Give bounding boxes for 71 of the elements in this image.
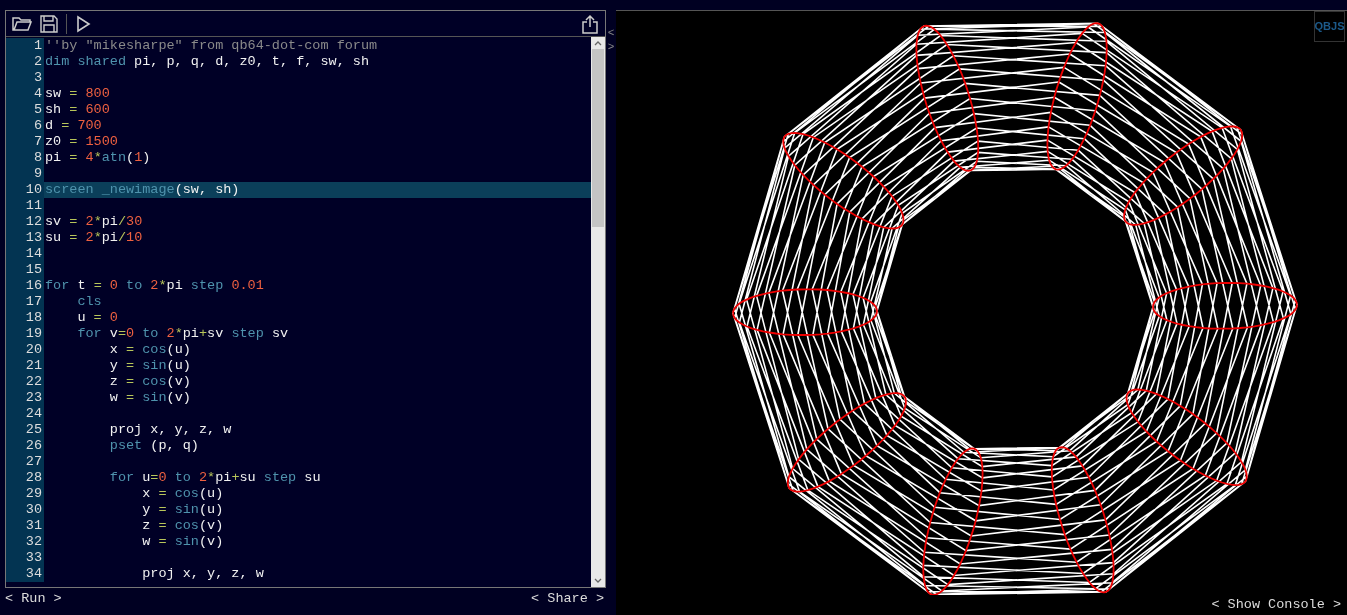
line-number: 15 — [6, 262, 44, 278]
line-number: 33 — [6, 550, 44, 566]
code-line: sh = 600 — [44, 102, 111, 118]
line-number: 7 — [6, 134, 44, 150]
code-line: pi = 4*atn(1) — [44, 150, 152, 166]
line-number: 34 — [6, 566, 44, 582]
code-line: for t = 0 to 2*pi step 0.01 — [44, 278, 265, 294]
code-line: z = cos(v) — [108, 374, 192, 390]
share-icon[interactable] — [581, 13, 599, 34]
line-number: 12 — [6, 214, 44, 230]
scrollbar-thumb[interactable] — [592, 49, 604, 227]
code-line: d = 700 — [44, 118, 103, 134]
line-number: 16 — [6, 278, 44, 294]
code-line: for u=0 to 2*pi+su step su — [108, 470, 322, 486]
line-number: 10 — [6, 182, 44, 198]
line-number: 11 — [6, 198, 44, 214]
line-number: 24 — [6, 406, 44, 422]
line-number: 22 — [6, 374, 44, 390]
line-number: 6 — [6, 118, 44, 134]
line-number: 31 — [6, 518, 44, 534]
code-line: for v=0 to 2*pi+sv step sv — [76, 326, 290, 342]
code-line: cls — [76, 294, 103, 310]
line-number: 27 — [6, 454, 44, 470]
code-line: y = sin(u) — [141, 502, 225, 518]
line-number: 20 — [6, 342, 44, 358]
line-number: 4 — [6, 86, 44, 102]
code-line: u = 0 — [76, 310, 119, 326]
collapse-button[interactable]: < — [607, 26, 615, 40]
code-line: sw = 800 — [44, 86, 111, 102]
line-number: 3 — [6, 70, 44, 86]
folder-icon[interactable] — [12, 15, 32, 32]
line-number: 17 — [6, 294, 44, 310]
code-line: dim shared pi, p, q, d, z0, t, f, sw, sh — [44, 54, 371, 70]
code-line: proj x, y, z, w — [108, 422, 233, 438]
line-number: 30 — [6, 502, 44, 518]
line-number: 13 — [6, 230, 44, 246]
line-number: 21 — [6, 358, 44, 374]
line-number: 8 — [6, 150, 44, 166]
line-number: 19 — [6, 326, 44, 342]
line-number: 1 — [6, 38, 44, 54]
line-number: 26 — [6, 438, 44, 454]
line-number: 5 — [6, 102, 44, 118]
line-number: 18 — [6, 310, 44, 326]
code-line: proj x, y, z, w — [141, 566, 265, 582]
logo: QBJS — [1314, 11, 1345, 42]
code-line: pset (p, q) — [108, 438, 200, 454]
code-line: y = sin(u) — [108, 358, 192, 374]
code-line: su = 2*pi/10 — [44, 230, 144, 246]
share-button[interactable]: < Share > — [531, 588, 604, 610]
line-number: 9 — [6, 166, 44, 182]
code-line: x = cos(u) — [108, 342, 192, 358]
line-number: 32 — [6, 534, 44, 550]
scrollbar[interactable] — [591, 37, 605, 587]
code-line: w = sin(v) — [108, 390, 192, 406]
line-number: 2 — [6, 54, 44, 70]
line-number: 28 — [6, 470, 44, 486]
code-line: ''by "mikesharpe" from qb64-dot-com forum — [44, 38, 379, 54]
line-number: 25 — [6, 422, 44, 438]
code-line: sv = 2*pi/30 — [44, 214, 144, 230]
show-console-button[interactable]: < Show Console > — [1211, 594, 1341, 615]
line-number: 29 — [6, 486, 44, 502]
play-icon[interactable] — [75, 14, 91, 33]
line-number: 14 — [6, 246, 44, 262]
code-line: w = sin(v) — [141, 534, 225, 550]
run-button[interactable]: < Run > — [5, 588, 62, 610]
expand-button[interactable]: > — [607, 40, 615, 54]
code-line: z = cos(v) — [141, 518, 225, 534]
code-line: z0 = 1500 — [44, 134, 119, 150]
save-icon[interactable] — [40, 14, 58, 33]
code-line: x = cos(u) — [141, 486, 225, 502]
line-number: 23 — [6, 390, 44, 406]
